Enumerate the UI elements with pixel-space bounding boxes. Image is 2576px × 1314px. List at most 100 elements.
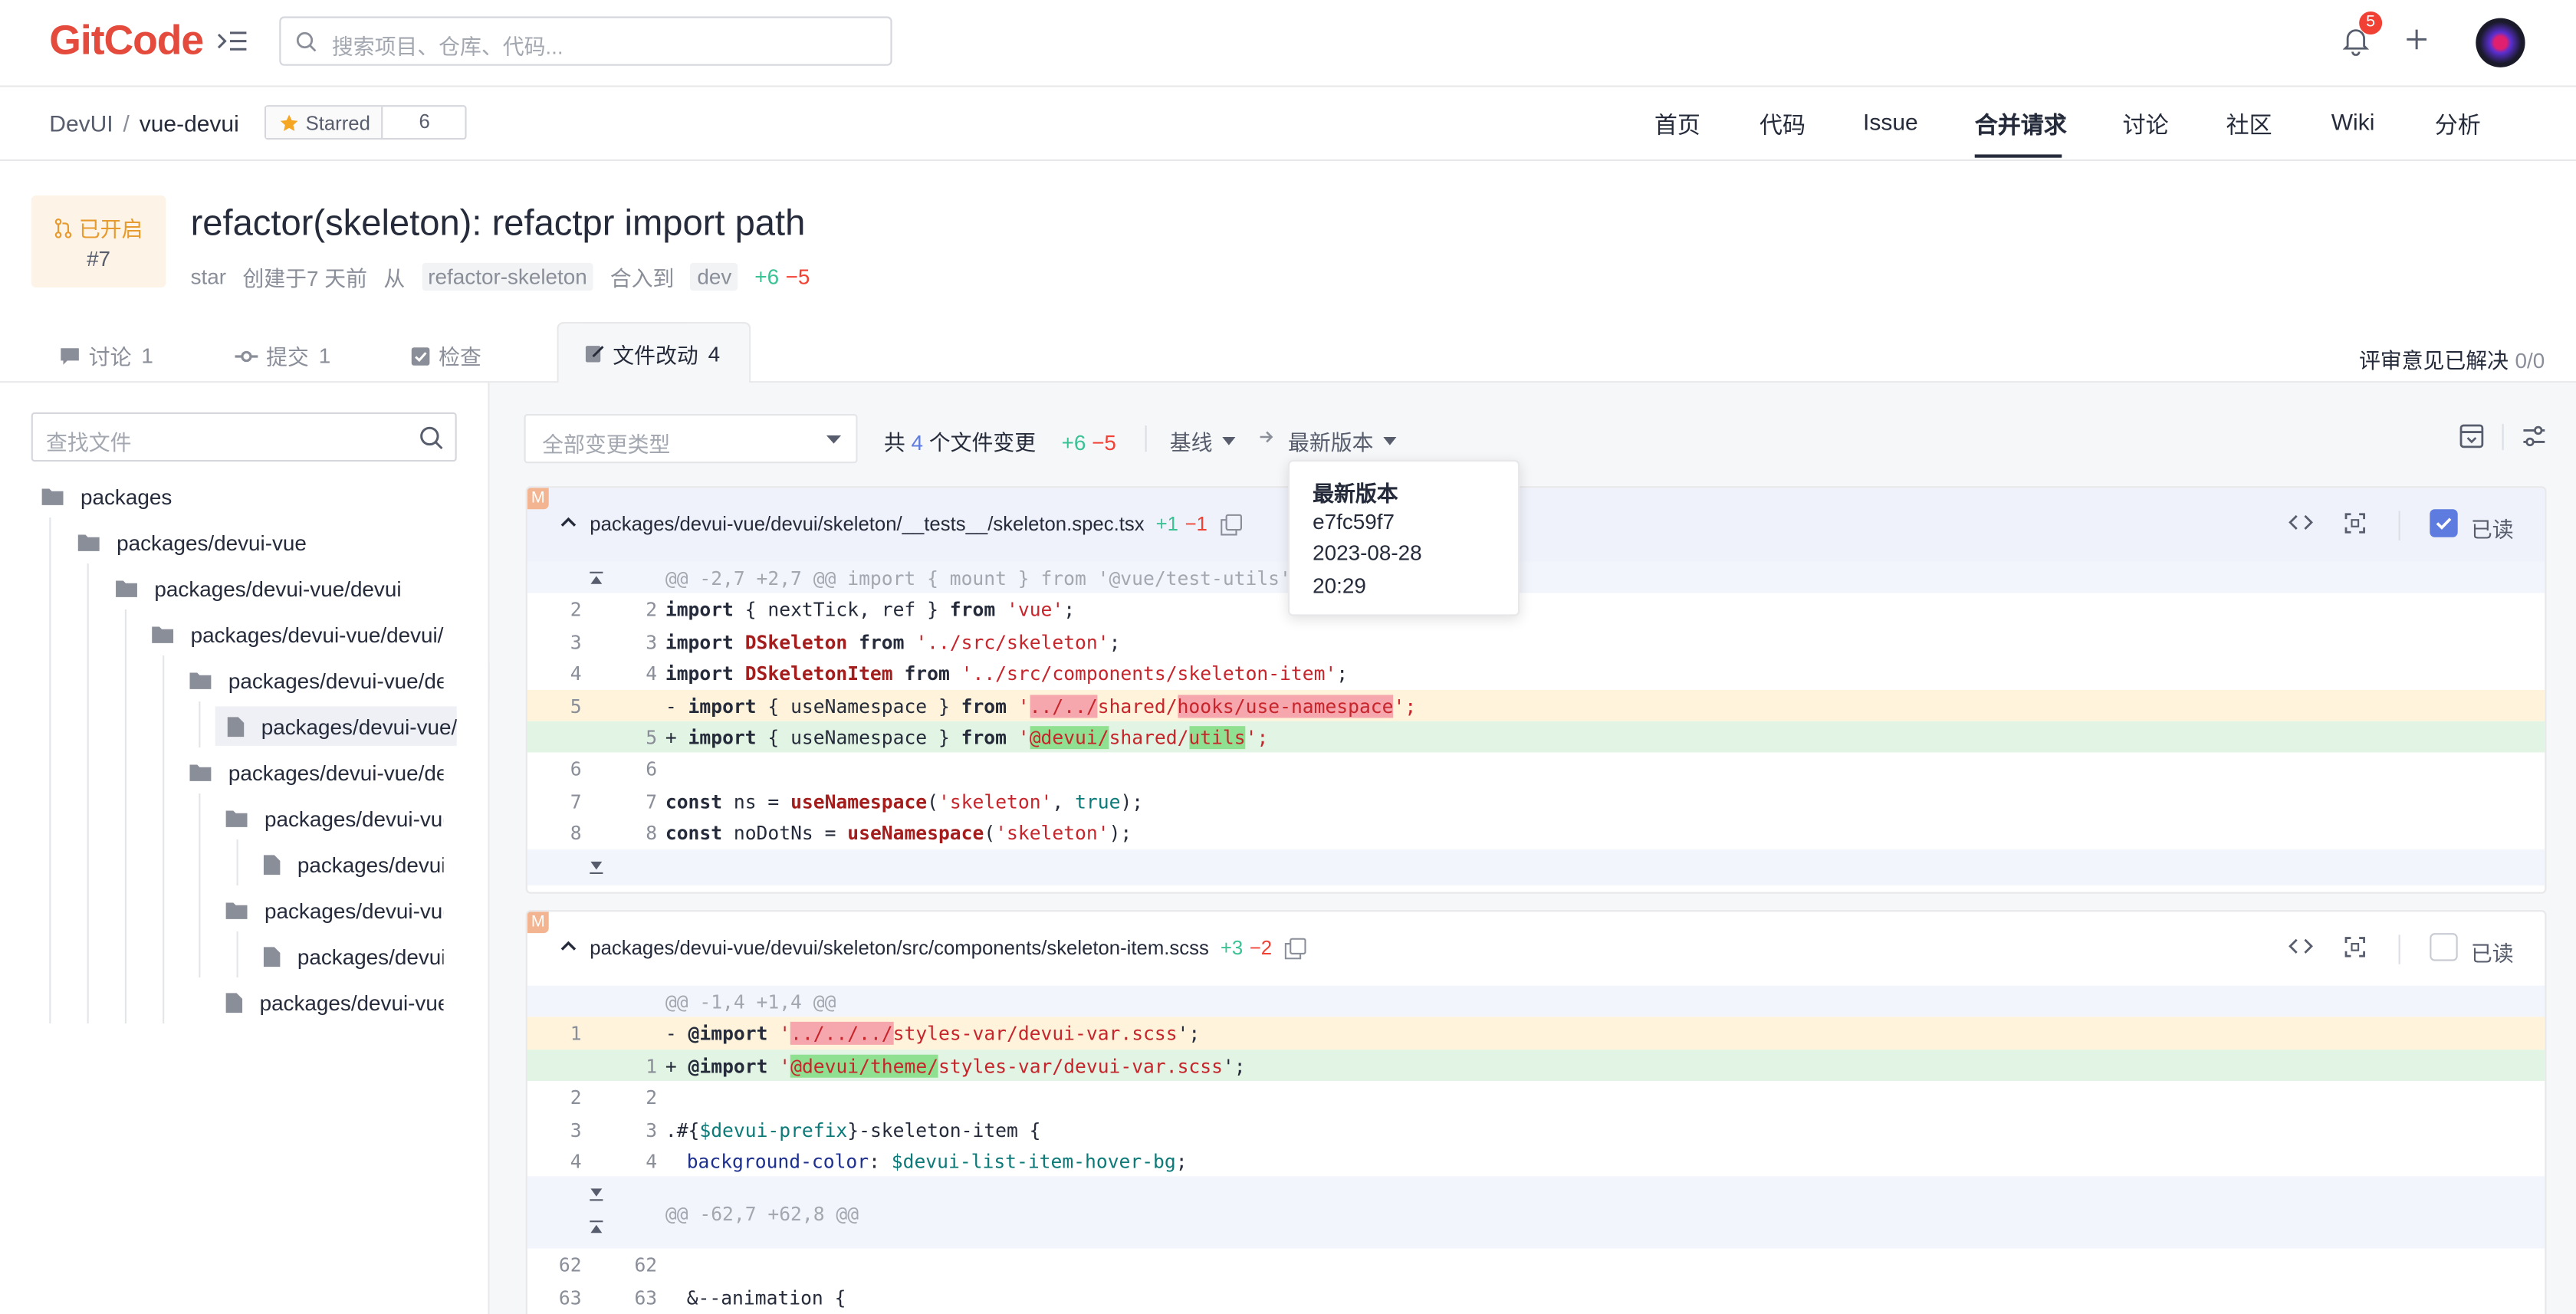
gitcode-logo[interactable]: GitCode bbox=[49, 16, 204, 65]
tree-folder[interactable]: packages/devui-vue/devui/skeleton bbox=[151, 614, 444, 653]
new-line-number: 4 bbox=[646, 662, 658, 685]
new-line-number: 5 bbox=[646, 726, 658, 750]
old-line-number: 8 bbox=[570, 821, 582, 845]
user-avatar[interactable] bbox=[2476, 18, 2525, 67]
diff-line: 62 62 bbox=[527, 1249, 2545, 1281]
tree-folder[interactable]: packages/devui-vue/devui bbox=[115, 568, 457, 607]
tree-guide-line bbox=[236, 839, 238, 885]
global-search-input[interactable]: 搜索项目、仓库、代码... bbox=[279, 16, 892, 66]
tree-file[interactable]: packages/devui-vue/devui/skeleton/src/sk… bbox=[225, 982, 444, 1021]
tab-checks[interactable]: 检查 bbox=[411, 340, 481, 372]
mark-read-label: 已读 bbox=[2470, 517, 2514, 543]
tab-discussion[interactable]: 讨论 1 bbox=[59, 340, 153, 372]
nav-tab-merge-requests[interactable]: 合并请求 bbox=[1975, 108, 2067, 141]
folder-icon bbox=[152, 626, 174, 643]
chevron-up-icon[interactable] bbox=[560, 940, 577, 951]
copy-icon[interactable] bbox=[1285, 937, 1307, 959]
tree-guide-line bbox=[49, 517, 51, 1023]
mr-target-branch[interactable]: dev bbox=[690, 262, 738, 291]
fullscreen-icon[interactable] bbox=[2344, 936, 2366, 958]
expand-down-icon[interactable] bbox=[588, 1187, 604, 1203]
tree-folder[interactable]: packages/devui-vue bbox=[77, 522, 457, 561]
chevron-up-icon[interactable] bbox=[560, 516, 577, 527]
file-search-input[interactable]: 查找文件 bbox=[31, 412, 457, 462]
nav-tab-discussions[interactable]: 讨论 bbox=[2123, 108, 2169, 141]
tree-guide-line bbox=[124, 609, 127, 1023]
expand-up-icon[interactable] bbox=[588, 1220, 604, 1236]
mr-meta: star 创建于7 天前 从 refactor-skeleton 合入到 dev… bbox=[191, 261, 826, 293]
tab-file-changes[interactable]: 文件改动 4 bbox=[557, 322, 751, 383]
mark-read-checkbox[interactable] bbox=[2430, 509, 2458, 537]
diff-main-area: 全部变更类型 共 4 个文件变更 +6 −5 基线 最新版本 M package… bbox=[489, 383, 2576, 1314]
expand-up-icon[interactable] bbox=[588, 570, 604, 586]
commit-icon bbox=[235, 350, 258, 362]
tree-folder[interactable]: packages/devui-vue/devui/skeleton/src/co… bbox=[225, 798, 444, 837]
latest-version-dropdown[interactable]: 最新版本 bbox=[1288, 425, 1397, 457]
old-line-number: 4 bbox=[570, 1149, 582, 1173]
file-path[interactable]: packages/devui-vue/devui/skeleton/__test… bbox=[590, 513, 1144, 536]
fullscreen-icon[interactable] bbox=[2344, 513, 2366, 534]
tree-item-label: packages/devui-vue/devui/skeleton/src bbox=[228, 760, 444, 785]
tree-item-label: packages/devui-vue/devui/skeleton/src/co… bbox=[297, 852, 444, 877]
breadcrumb-owner[interactable]: DevUI bbox=[49, 110, 113, 136]
nav-tab-community[interactable]: 社区 bbox=[2226, 108, 2272, 141]
view-code-icon[interactable] bbox=[2288, 513, 2313, 533]
tree-folder[interactable]: packages/devui-vue/devui/skeleton/__test… bbox=[189, 660, 444, 699]
mr-deletions: −5 bbox=[785, 264, 810, 290]
tree-file-selected[interactable]: packages/devui-vue/devui/skeleton/__test… bbox=[215, 706, 457, 746]
breadcrumb-repo[interactable]: vue-devui bbox=[140, 110, 239, 136]
diff-line: 2 2 import { nextTick, ref } from 'vue'; bbox=[527, 593, 2545, 626]
diff-file-header[interactable]: M packages/devui-vue/devui/skeleton/src/… bbox=[527, 912, 2545, 985]
file-additions: +1 bbox=[1155, 512, 1178, 536]
change-type-select[interactable]: 全部变更类型 bbox=[524, 414, 858, 464]
tree-folder[interactable]: packages/devui-vue/devui/skeleton/src/st… bbox=[225, 890, 444, 929]
nav-tab-code[interactable]: 代码 bbox=[1760, 108, 1806, 141]
repo-bar: DevUI / vue-devui Starred 6 首页 代码 Issue 合并… bbox=[0, 85, 2576, 161]
copy-icon[interactable] bbox=[1220, 513, 1242, 535]
collapse-all-icon[interactable] bbox=[2459, 424, 2484, 448]
old-line-number: 2 bbox=[570, 598, 582, 622]
search-icon[interactable] bbox=[419, 425, 443, 450]
tree-file[interactable]: packages/devui-vue/devui/skeleton/src/st… bbox=[263, 936, 444, 975]
nav-tab-analytics[interactable]: 分析 bbox=[2435, 108, 2481, 141]
hunk-header: @@ -1,4 +1,4 @@ bbox=[527, 985, 2545, 1018]
diff-file-header[interactable]: M packages/devui-vue/devui/skeleton/__te… bbox=[527, 488, 2545, 562]
new-line-number: 8 bbox=[646, 821, 658, 845]
tab-commits-label: 提交 bbox=[266, 345, 309, 370]
mark-read-checkbox[interactable] bbox=[2430, 933, 2458, 961]
nav-tab-home[interactable]: 首页 bbox=[1654, 108, 1700, 141]
code-text: import { nextTick, ref } from 'vue'; bbox=[665, 598, 1076, 622]
menu-toggle-icon[interactable] bbox=[217, 28, 250, 54]
nav-tab-issue[interactable]: Issue bbox=[1863, 108, 1918, 134]
tab-commits[interactable]: 提交 1 bbox=[235, 340, 330, 372]
divider bbox=[2398, 511, 2400, 540]
new-line-number: 1 bbox=[646, 1054, 658, 1078]
diff-line-added: 5 + import { useNamespace } from '@devui… bbox=[527, 721, 2545, 754]
file-icon bbox=[225, 992, 243, 1012]
diff-settings-icon[interactable] bbox=[2522, 424, 2546, 448]
file-path[interactable]: packages/devui-vue/devui/skeleton/src/co… bbox=[590, 936, 1209, 959]
star-button[interactable]: Starred 6 bbox=[264, 105, 468, 140]
folder-icon bbox=[116, 580, 137, 597]
mr-source-branch[interactable]: refactor-skeleton bbox=[421, 262, 594, 291]
new-line-number: 4 bbox=[646, 1149, 658, 1173]
tree-folder[interactable]: packages bbox=[41, 476, 457, 515]
tree-item-label: packages/devui-vue/devui/skeleton/__test… bbox=[261, 714, 457, 739]
tree-item-label: packages/devui-vue/devui/skeleton/src/sk… bbox=[259, 990, 444, 1015]
tree-folder[interactable]: packages/devui-vue/devui/skeleton/src bbox=[189, 752, 444, 791]
diff-line: 22 bbox=[527, 1081, 2545, 1113]
mr-status: 已开启 bbox=[31, 212, 166, 243]
create-plus-icon[interactable] bbox=[2405, 28, 2428, 51]
mr-status-box: 已开启 #7 bbox=[31, 195, 166, 287]
view-code-icon[interactable] bbox=[2288, 936, 2313, 956]
mr-tabs: 讨论 1 提交 1 检查 文件改动 4 评审意见已解决 0/0 bbox=[0, 320, 2576, 383]
tree-file[interactable]: packages/devui-vue/devui/skeleton/src/co… bbox=[263, 844, 444, 883]
folder-icon bbox=[225, 810, 248, 827]
nav-tab-wiki[interactable]: Wiki bbox=[2331, 108, 2375, 134]
mr-author[interactable]: star bbox=[191, 264, 226, 289]
folder-icon bbox=[77, 534, 100, 551]
file-status-badge: M bbox=[527, 488, 549, 510]
tree-guide-line bbox=[236, 931, 238, 977]
expand-down-icon[interactable] bbox=[588, 859, 604, 875]
base-version-dropdown[interactable]: 基线 bbox=[1170, 425, 1236, 457]
